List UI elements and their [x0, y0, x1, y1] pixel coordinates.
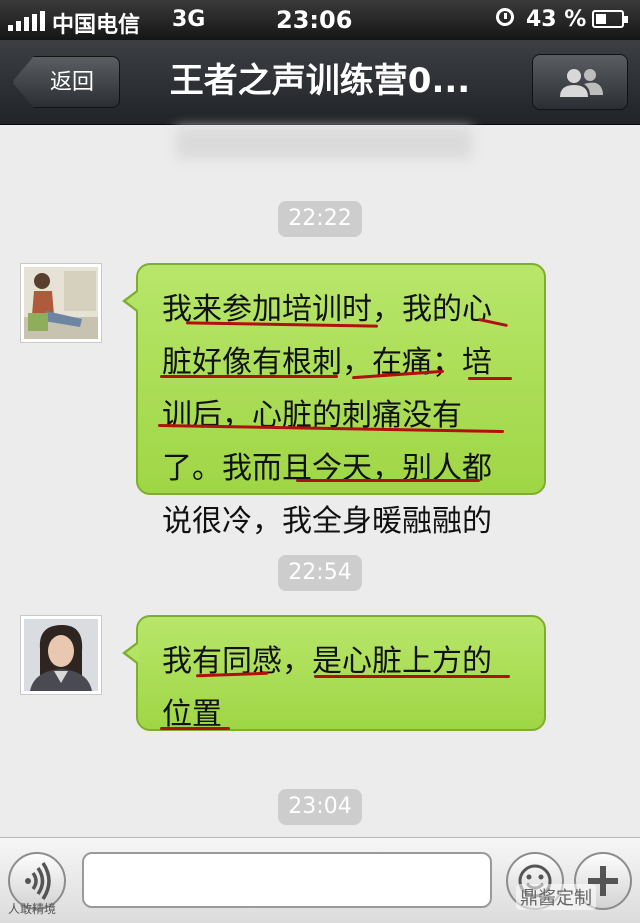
avatar[interactable]	[20, 615, 102, 695]
redacted-strip	[176, 127, 472, 159]
watermark-text: 鼎酱定制	[516, 884, 596, 910]
message-timestamp: 23:04	[278, 789, 362, 825]
alarm-icon	[496, 8, 514, 26]
message-bubble[interactable]: 我来参加培训时，我的心脏好像有根刺，在痛；培训后，心脏的刺痛没有了。我而且今天，…	[122, 263, 546, 539]
navigation-bar: 返回 王者之声训练营0...	[0, 40, 640, 125]
annotation-underline	[314, 675, 510, 678]
back-button[interactable]: 返回	[12, 56, 120, 108]
message-text: 我有同感，是心脏上方的位置	[162, 644, 492, 732]
group-members-button[interactable]	[532, 54, 628, 110]
watermark-text: 人敢精境	[8, 902, 57, 916]
annotation-underline	[160, 727, 230, 730]
annotation-underline	[468, 377, 512, 380]
message-text: 我来参加培训时，我的心脏好像有根刺，在痛；培训后，心脏的刺痛没有了。我而且今天，…	[162, 292, 492, 539]
message-bubble[interactable]: 我有同感，是心脏上方的位置	[122, 615, 546, 732]
input-bar: 人敢精境 鼎酱定制	[0, 837, 640, 923]
group-icon	[560, 69, 603, 97]
message-timestamp: 22:54	[278, 555, 362, 591]
message-timestamp: 22:22	[278, 201, 362, 237]
battery-percentage: 43 %	[526, 7, 587, 32]
message-input[interactable]	[82, 852, 492, 908]
network-type: 3G	[172, 7, 206, 32]
status-bar: 中国电信 3G 23:06 43 %	[0, 0, 640, 40]
annotation-underline	[160, 375, 338, 378]
signal-strength-icon	[8, 11, 48, 31]
annotation-underline	[296, 479, 480, 482]
status-clock: 23:06	[276, 6, 353, 34]
avatar[interactable]	[20, 263, 102, 343]
chat-title: 王者之声训练营0...	[169, 61, 471, 101]
chat-message-list[interactable]: 22:22 我来参加培训时，我的心脏好像有根刺，在痛；培训后，心脏的刺痛没有了。…	[0, 125, 640, 837]
carrier-name: 中国电信	[52, 13, 141, 38]
battery-icon	[592, 10, 628, 28]
